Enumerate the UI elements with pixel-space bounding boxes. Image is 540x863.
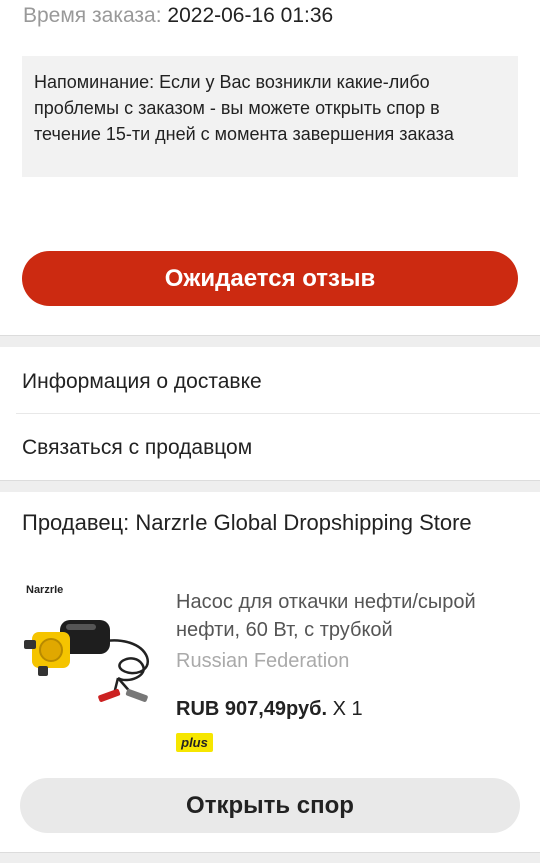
- delivery-info-link[interactable]: Информация о доставке: [22, 351, 540, 413]
- dispute-reminder: Напоминание: Если у Вас возникли какие-л…: [22, 56, 518, 177]
- contact-seller-link[interactable]: Связаться с продавцом: [22, 417, 540, 479]
- product-price: RUB 907,49руб.: [176, 698, 328, 720]
- order-time: Время заказа: 2022-06-16 01:36: [23, 4, 333, 28]
- awaiting-review-button[interactable]: Ожидается отзыв: [22, 251, 518, 306]
- order-time-label: Время заказа:: [23, 4, 162, 27]
- section-separator: [0, 480, 540, 492]
- ship-region: Russian Federation: [176, 650, 350, 672]
- open-dispute-button[interactable]: Открыть спор: [20, 778, 520, 833]
- section-separator: [0, 852, 540, 863]
- order-time-value: 2022-06-16 01:36: [167, 4, 334, 27]
- oil-pump-icon: [24, 620, 150, 702]
- row-divider: [16, 413, 540, 414]
- delivery-info-label: Информация о доставке: [22, 370, 262, 393]
- price-line: RUB 907,49руб. X 1: [176, 698, 363, 721]
- contact-seller-label: Связаться с продавцом: [22, 436, 253, 459]
- product-quantity: X 1: [332, 698, 363, 720]
- product-title[interactable]: Насос для откачки нефти/сырой нефти, 60 …: [176, 588, 526, 644]
- plus-badge: plus: [176, 733, 213, 752]
- seller-name[interactable]: Продавец: NarzrIe Global Dropshipping St…: [22, 510, 534, 536]
- brand-tag: NarzrIe: [26, 584, 64, 596]
- section-separator: [0, 335, 540, 347]
- product-image[interactable]: NarzrIe: [22, 582, 157, 717]
